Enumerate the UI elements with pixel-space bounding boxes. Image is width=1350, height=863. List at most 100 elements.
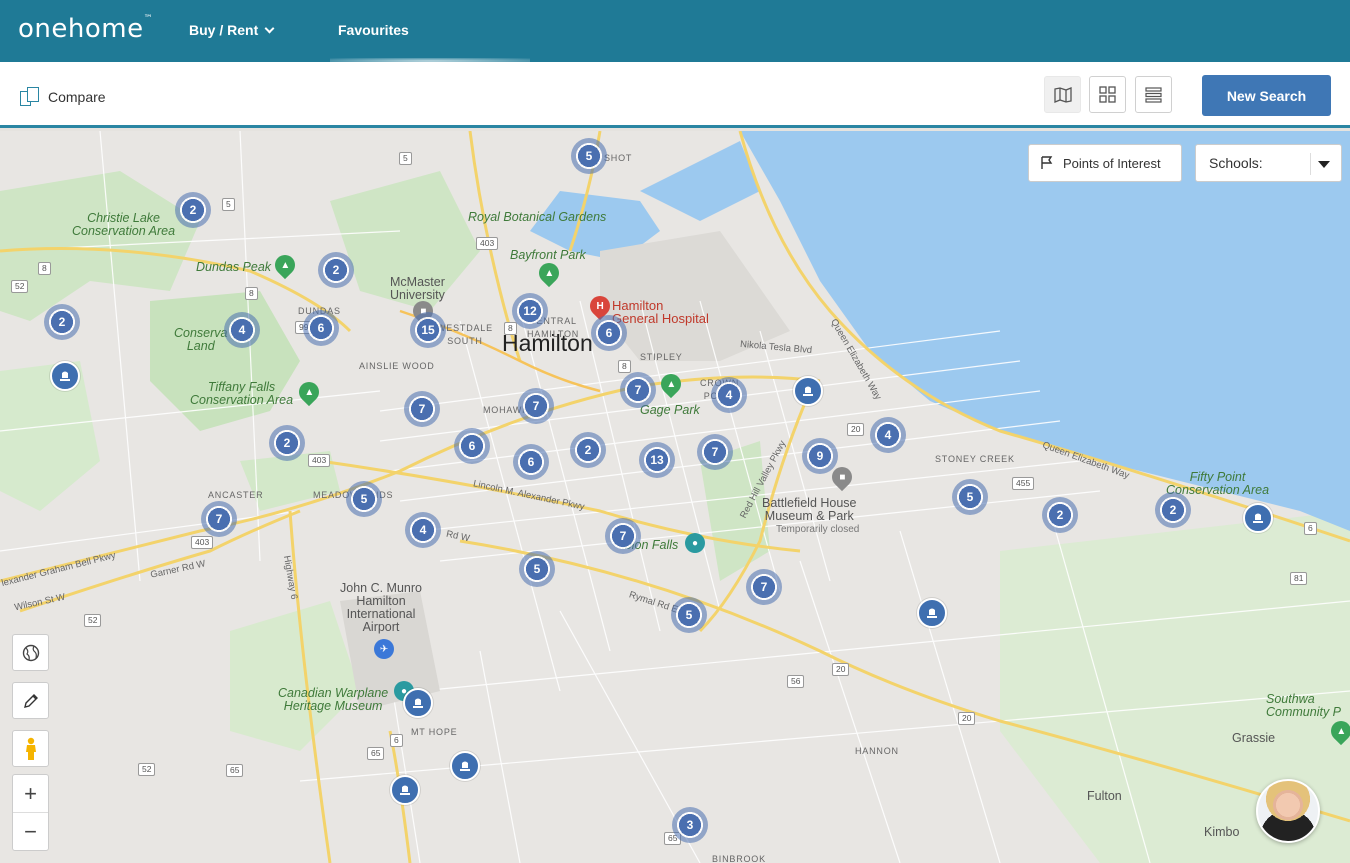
place-label-kimbo: Kimbo — [1204, 825, 1240, 839]
listing-cluster[interactable]: 2 — [175, 192, 211, 228]
highway-shield: 5 — [222, 198, 235, 211]
place-label-warplane-museum: Canadian Warplane Heritage Museum — [278, 686, 389, 713]
zoom-in-button[interactable]: + — [13, 775, 48, 813]
highway-shield: 20 — [832, 663, 850, 676]
new-search-button[interactable]: New Search — [1202, 75, 1331, 116]
highway-shield: 403 — [308, 454, 331, 467]
place-label-battlefield: Battlefield House Museum & Park — [762, 496, 857, 523]
school-marker-icon[interactable] — [403, 688, 433, 718]
listing-cluster[interactable]: 4 — [870, 417, 906, 453]
schools-label: Schools: — [1209, 155, 1263, 171]
listing-cluster[interactable]: 12 — [512, 293, 548, 329]
park-label-conservation-land: Conserva Land — [174, 326, 228, 353]
listing-cluster[interactable]: 7 — [697, 434, 733, 470]
area-label-stipley: STIPLEY — [640, 352, 683, 362]
listing-cluster[interactable]: 7 — [605, 518, 641, 554]
listing-cluster[interactable]: 2 — [1042, 497, 1078, 533]
zoom-out-button[interactable]: − — [13, 813, 48, 851]
listing-cluster[interactable]: 7 — [518, 388, 554, 424]
school-marker-icon[interactable] — [1243, 503, 1273, 533]
highway-shield: 52 — [11, 280, 29, 293]
park-label-gage: Gage Park — [640, 403, 700, 417]
listing-cluster[interactable]: 7 — [620, 372, 656, 408]
highway-shield: 65 — [226, 764, 244, 777]
points-of-interest-label: Points of Interest — [1063, 155, 1161, 171]
draw-area-button[interactable] — [12, 682, 49, 719]
highway-shield: 8 — [618, 360, 631, 373]
favourites-link[interactable]: Favourites — [338, 22, 409, 38]
listing-cluster[interactable]: 7 — [746, 569, 782, 605]
listing-cluster[interactable]: 6 — [303, 310, 339, 346]
listing-cluster[interactable]: 2 — [44, 304, 80, 340]
list-icon — [1145, 86, 1162, 103]
highway-shield: 5 — [399, 152, 412, 165]
map-view-button[interactable] — [1044, 76, 1081, 113]
map-canvas[interactable]: Hamilton Christie Lake Conservation Area… — [0, 131, 1350, 863]
street-view-button[interactable] — [12, 730, 49, 767]
highway-shield: 8 — [245, 287, 258, 300]
area-label-shot: SHOT — [604, 153, 633, 163]
park-label-royal-botanical: Royal Botanical Gardens — [468, 210, 607, 224]
highway-shield: 65 — [367, 747, 385, 760]
agent-avatar[interactable] — [1256, 779, 1320, 843]
caret-down-icon — [1318, 161, 1330, 168]
school-marker-icon[interactable] — [793, 376, 823, 406]
listing-cluster[interactable]: 13 — [639, 442, 675, 478]
highway-shield: 20 — [847, 423, 865, 436]
place-label-airport: John C. Munro Hamilton International Air… — [340, 581, 422, 634]
area-label-stoney-creek: STONEY CREEK — [935, 454, 1015, 464]
onehome-logo[interactable]: onehome™ — [18, 14, 153, 44]
listing-cluster[interactable]: 2 — [318, 252, 354, 288]
listing-cluster[interactable]: 9 — [802, 438, 838, 474]
grid-view-button[interactable] — [1089, 76, 1126, 113]
buy-rent-menu[interactable]: Buy / Rent — [189, 22, 275, 38]
highway-shield: 6 — [1304, 522, 1317, 535]
listing-cluster[interactable]: 5 — [346, 481, 382, 517]
pencil-icon — [23, 693, 38, 708]
school-marker-icon[interactable] — [917, 598, 947, 628]
listing-cluster[interactable]: 2 — [1155, 492, 1191, 528]
park-label-bayfront: Bayfront Park — [510, 248, 586, 262]
dropdown-separator — [1310, 153, 1311, 175]
listing-cluster[interactable]: 2 — [570, 432, 606, 468]
listing-cluster[interactable]: 5 — [671, 597, 707, 633]
listing-cluster[interactable]: 6 — [591, 315, 627, 351]
camera-pin-icon[interactable]: ● — [685, 533, 705, 553]
school-marker-icon[interactable] — [450, 751, 480, 781]
airport-pin-icon[interactable]: ✈ — [374, 639, 394, 659]
area-label-ancaster: ANCASTER — [208, 490, 264, 500]
listing-cluster[interactable]: 5 — [952, 479, 988, 515]
map-icon — [1053, 86, 1072, 103]
flag-icon — [1041, 156, 1053, 169]
schools-dropdown[interactable]: Schools: — [1195, 144, 1342, 182]
school-marker-icon[interactable] — [50, 361, 80, 391]
place-label-grassie: Grassie — [1232, 731, 1276, 745]
compare-button[interactable]: Compare — [20, 87, 106, 106]
listing-cluster[interactable]: 4 — [711, 377, 747, 413]
buy-rent-label: Buy / Rent — [189, 22, 259, 38]
listing-cluster[interactable]: 7 — [404, 391, 440, 427]
listing-cluster[interactable]: 5 — [519, 551, 555, 587]
listing-cluster[interactable]: 4 — [405, 512, 441, 548]
points-of-interest-button[interactable]: Points of Interest — [1028, 144, 1182, 182]
listing-cluster[interactable]: 7 — [201, 501, 237, 537]
list-view-button[interactable] — [1135, 76, 1172, 113]
school-marker-icon[interactable] — [390, 775, 420, 805]
listing-cluster[interactable]: 4 — [224, 312, 260, 348]
satellite-toggle-button[interactable] — [12, 634, 49, 671]
listing-cluster[interactable]: 15 — [410, 312, 446, 348]
pegman-icon — [25, 737, 36, 760]
highway-shield: 52 — [84, 614, 102, 627]
compare-label: Compare — [48, 88, 106, 105]
highway-shield: 455 — [1012, 477, 1035, 490]
listing-cluster[interactable]: 6 — [454, 428, 490, 464]
area-label-binbrook: BINBROOK — [712, 854, 766, 863]
place-label-mcmaster: McMaster University — [390, 275, 445, 302]
listing-cluster[interactable]: 6 — [513, 444, 549, 480]
listing-cluster[interactable]: 5 — [571, 138, 607, 174]
listing-cluster[interactable]: 2 — [269, 425, 305, 461]
park-label-southwest-community: Southwa Community P — [1266, 692, 1342, 719]
results-toolbar: Compare New Search — [0, 62, 1350, 128]
listing-cluster[interactable]: 3 — [672, 807, 708, 843]
highway-shield: 403 — [476, 237, 499, 250]
